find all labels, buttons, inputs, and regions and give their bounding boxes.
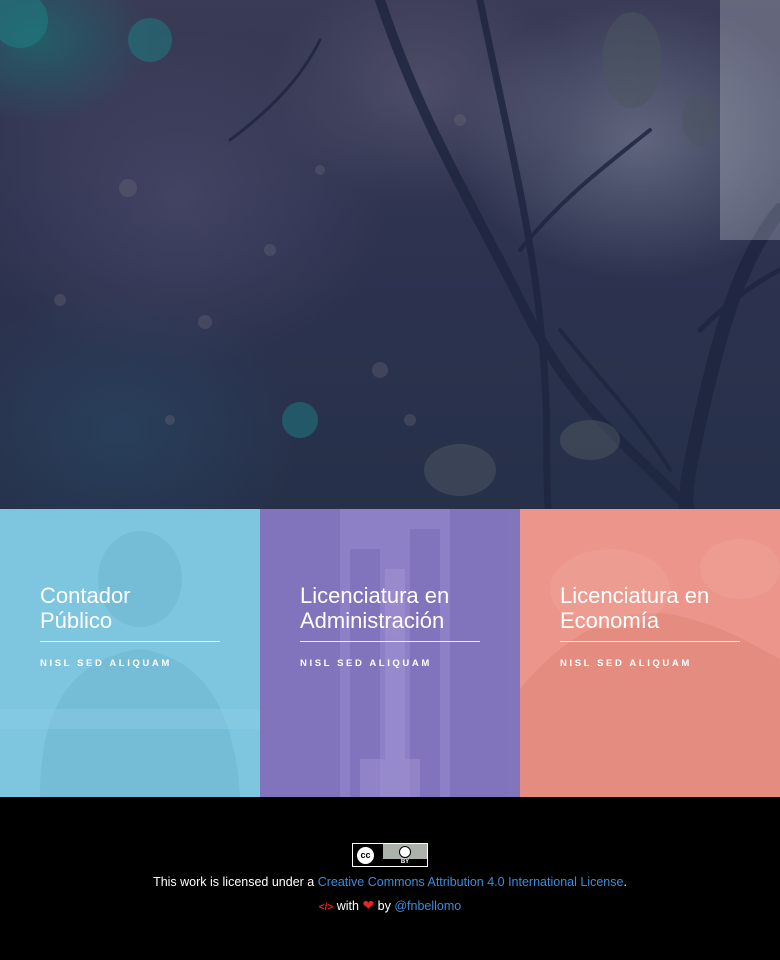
card-licenciatura-administracion[interactable]: Licenciatura en Administración NISL SED … <box>260 509 520 797</box>
card-title: Licenciatura en Economía <box>560 583 710 633</box>
credits-line: </> with ❤ by @fnbellomo <box>318 897 462 913</box>
program-cards: Contador Público NISL SED ALIQUAM Licenc… <box>0 509 780 797</box>
license-link[interactable]: Creative Commons Attribution 4.0 Interna… <box>318 875 624 889</box>
card-title: Licenciatura en Administración <box>300 583 450 633</box>
title-divider <box>300 641 480 642</box>
hero-image <box>0 0 780 509</box>
tree-branches-graphic <box>0 0 780 509</box>
title-divider <box>560 641 740 642</box>
footer: cc BY This work is licensed under a Crea… <box>0 797 780 960</box>
card-tag: NISL SED ALIQUAM <box>40 658 172 669</box>
title-divider <box>40 641 220 642</box>
card-tag: NISL SED ALIQUAM <box>300 658 432 669</box>
cc-by-icon[interactable]: cc BY <box>352 843 428 867</box>
author-link[interactable]: @fnbellomo <box>394 899 461 913</box>
heart-icon: ❤ <box>362 897 375 913</box>
card-licenciatura-economia[interactable]: Licenciatura en Economía NISL SED ALIQUA… <box>520 509 780 797</box>
license-text: This work is licensed under a Creative C… <box>153 875 627 889</box>
card-contador-publico[interactable]: Contador Público NISL SED ALIQUAM <box>0 509 260 797</box>
card-title: Contador Público <box>40 583 131 633</box>
code-icon: </> <box>318 902 334 913</box>
card-tag: NISL SED ALIQUAM <box>560 658 692 669</box>
